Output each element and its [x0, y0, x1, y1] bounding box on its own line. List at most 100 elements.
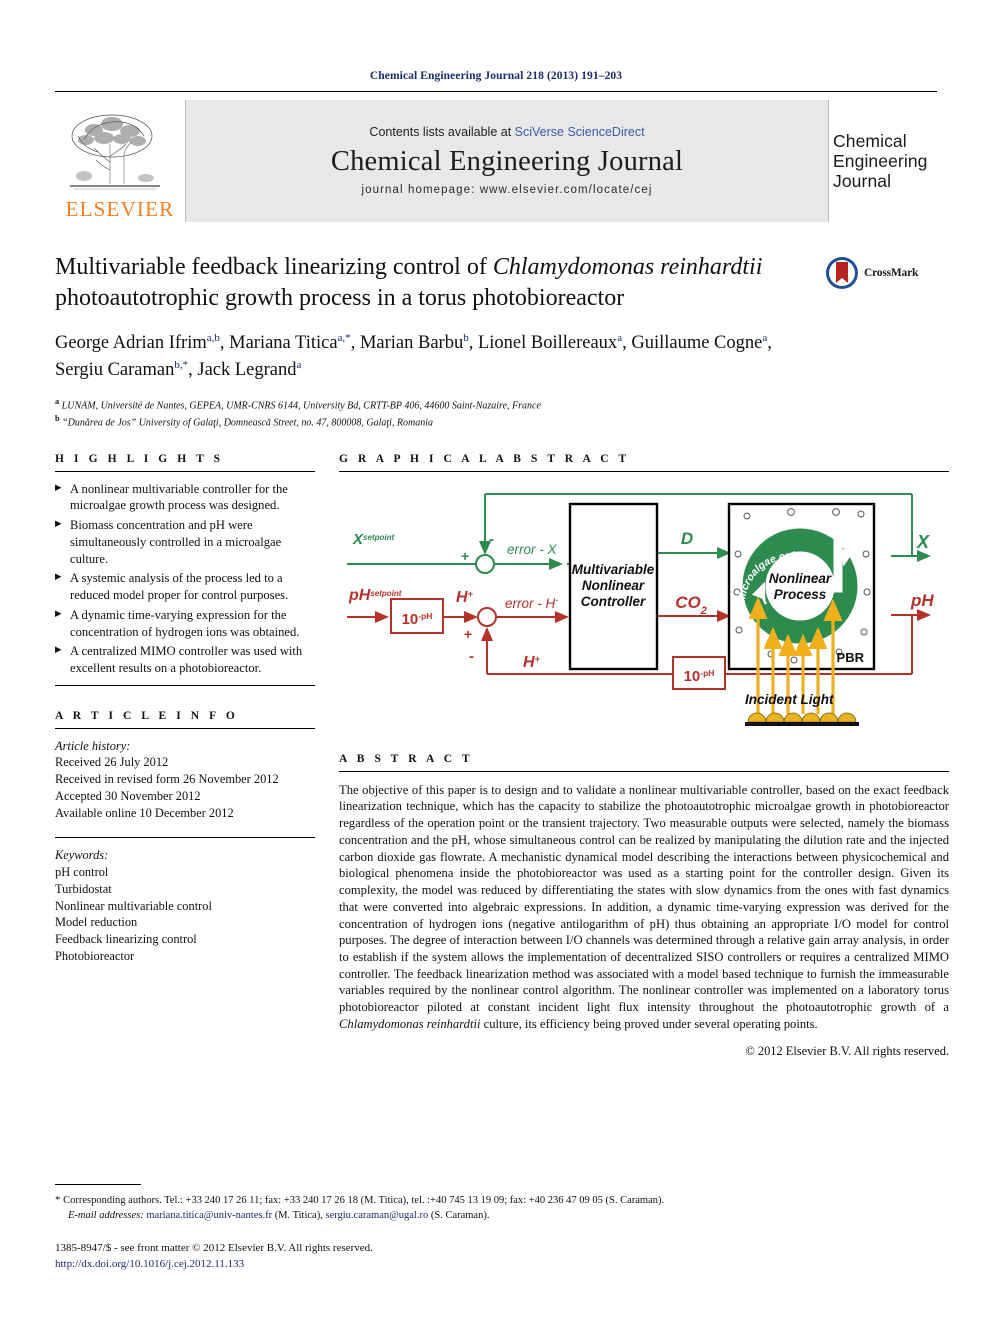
- issn-line: 1385-8947/$ - see front matter © 2012 El…: [55, 1242, 373, 1255]
- footnote-star: *: [55, 1193, 61, 1206]
- masthead-center: Contents lists available at SciVerse Sci…: [185, 100, 829, 222]
- abstract-text: The objective of this paper is to design…: [339, 782, 949, 1033]
- sciencedirect-link[interactable]: SciVerse ScienceDirect: [515, 125, 645, 139]
- h-sum-plus: +: [464, 626, 472, 642]
- article-history-label: Article history:: [55, 738, 131, 753]
- abstract-divider: [339, 770, 949, 772]
- author-affil-marker: b: [463, 332, 469, 345]
- cover-line-2: Engineering: [833, 150, 928, 171]
- keywords-label: Keywords:: [55, 848, 109, 863]
- graphical-abstract-divider: [339, 470, 949, 472]
- controller-label-line1: Multivariable: [572, 562, 655, 577]
- list-item: A dynamic time-varying expression for th…: [55, 607, 315, 640]
- elsevier-wordmark: ELSEVIER: [65, 197, 175, 221]
- email-link-titica[interactable]: mariana.titica@univ-nantes.fr: [146, 1210, 272, 1221]
- highlights-heading: H I G H L I G H T S: [55, 452, 224, 465]
- page-footer: * Corresponding authors. Tel.: +33 240 1…: [55, 1183, 937, 1273]
- author-affil-marker: a,b: [206, 332, 220, 345]
- abstract-species: Chlamydomonas reinhardtii: [339, 1016, 481, 1031]
- feedback-h-label: H+: [523, 654, 541, 671]
- output-co2-label: CO2: [675, 593, 707, 617]
- process-label-line1: Nonlinear: [769, 571, 832, 586]
- keyword-item: Photobioreactor: [55, 948, 135, 963]
- corresponding-author-note: * Corresponding authors. Tel.: +33 240 1…: [55, 1192, 937, 1225]
- keyword-item: Nonlinear multivariable control: [55, 898, 212, 913]
- keyword-item: Turbidostat: [55, 881, 112, 896]
- controller-label-line2: Nonlinear: [582, 578, 645, 593]
- email-label: E-mail addresses:: [68, 1210, 144, 1222]
- history-item: Available online 10 December 2012: [55, 805, 234, 820]
- history-item: Received 26 July 2012: [55, 755, 169, 770]
- affiliations: a LUNAM, Université de Nantes, GEPEA, UM…: [55, 396, 937, 431]
- contents-available-line: Contents lists available at SciVerse Sci…: [369, 125, 644, 139]
- journal-cover-thumb: Chemical Engineering Journal: [829, 100, 937, 222]
- article-info-divider: [55, 727, 315, 729]
- history-item: Received in revised form 26 November 201…: [55, 772, 279, 787]
- email-line: E-mail addresses: mariana.titica@univ-na…: [55, 1208, 937, 1224]
- journal-homepage[interactable]: journal homepage: www.elsevier.com/locat…: [361, 184, 652, 196]
- title-part-2: photoautotrophic growth process in a tor…: [55, 285, 625, 312]
- contents-prefix: Contents lists available at: [369, 124, 515, 139]
- x-sum-minus: -: [489, 531, 494, 548]
- list-item: A centralized MIMO controller was used w…: [55, 643, 315, 676]
- h-sum-minus: -: [469, 648, 474, 665]
- error-x-label: error - X: [507, 542, 558, 557]
- author-affil-marker: b,*: [174, 359, 189, 372]
- title-block: Multivariable feedback linearizing contr…: [55, 252, 937, 431]
- keyword-item: Model reduction: [55, 915, 138, 930]
- pbr-label: PBR: [837, 650, 865, 665]
- elsevier-tree-icon: [64, 110, 176, 198]
- title-species: Chlamydomonas reinhardtii: [492, 254, 763, 280]
- author-affil-marker: a: [617, 332, 623, 345]
- affiliation-marker-b: b: [55, 414, 60, 424]
- content-columns: H I G H L I G H T S A nonlinear multivar…: [55, 453, 949, 1059]
- output-x-label: X: [916, 532, 930, 552]
- corresponding-text: Corresponding authors. Tel.: +33 240 17 …: [63, 1194, 665, 1206]
- affiliation-marker-a: a: [55, 397, 60, 406]
- running-head: Chemical Engineering Journal 218 (2013) …: [369, 70, 623, 82]
- crossmark-badge[interactable]: CrossMark: [825, 254, 937, 292]
- corresponding-line: * Corresponding authors. Tel.: +33 240 1…: [55, 1192, 937, 1209]
- elsevier-logo: ELSEVIER: [55, 100, 185, 222]
- right-column: G R A P H I C A L A B S T R A C T Multiv…: [339, 453, 949, 1059]
- highlights-list: A nonlinear multivariable controller for…: [55, 481, 315, 677]
- output-ph-label: pH: [910, 591, 934, 610]
- affiliation-b-text: “Dunărea de Jos” University of Galaţi, D…: [62, 417, 434, 429]
- output-d-label: D: [681, 529, 693, 548]
- list-item: A systemic analysis of the process led t…: [55, 570, 315, 603]
- list-item: Biomass concentration and pH were simult…: [55, 517, 315, 567]
- highlights-divider: [55, 470, 315, 472]
- keyword-item: Feedback linearizing control: [55, 932, 197, 947]
- x-sum-plus: +: [461, 548, 469, 564]
- controller-block: Multivariable Nonlinear Controller: [568, 502, 659, 670]
- left-column: H I G H L I G H T S A nonlinear multivar…: [55, 453, 315, 1059]
- graphical-abstract-figure: Multivariable Nonlinear Controller Micro…: [339, 482, 949, 737]
- controller-label-line3: Controller: [581, 594, 646, 609]
- error-h-label: error - H-: [505, 595, 558, 611]
- article-history: Article history: Received 26 July 2012 R…: [55, 738, 315, 822]
- abstract-heading: A B S T R A C T: [339, 752, 474, 765]
- page-title: Multivariable feedback linearizing contr…: [55, 252, 937, 314]
- title-part-1: Multivariable feedback linearizing contr…: [55, 254, 493, 280]
- issn-block: 1385-8947/$ - see front matter © 2012 El…: [55, 1241, 937, 1273]
- x-setpoint-label: Xsetpoint: [352, 531, 394, 548]
- cover-line-3: Journal: [833, 171, 892, 192]
- abstract-part-2: culture, its efficiency being proved und…: [480, 1016, 818, 1031]
- email-link-caraman[interactable]: sergiu.caraman@ugal.ro: [325, 1210, 428, 1221]
- email-1-who: (M. Titica),: [272, 1210, 326, 1222]
- author-affil-marker: a: [296, 359, 302, 372]
- crossmark-label: CrossMark: [864, 267, 919, 279]
- paper-page: Chemical Engineering Journal 218 (2013) …: [0, 0, 992, 1323]
- keywords-divider: [55, 837, 315, 839]
- affiliation-a: a LUNAM, Université de Nantes, GEPEA, UM…: [55, 396, 937, 413]
- author-affil-marker: a,*: [337, 332, 351, 345]
- cover-line-1: Chemical: [833, 130, 907, 151]
- affiliation-a-text: LUNAM, Université de Nantes, GEPEA, UMR-…: [61, 400, 541, 412]
- abstract-part-1: The objective of this paper is to design…: [339, 782, 949, 1015]
- doi-link[interactable]: http://dx.doi.org/10.1016/j.cej.2012.11.…: [55, 1258, 244, 1270]
- affiliation-b: b “Dunărea de Jos” University of Galaţi,…: [55, 413, 937, 430]
- list-item: A nonlinear multivariable controller for…: [55, 481, 315, 514]
- author-affil-marker: a: [762, 332, 768, 345]
- article-info-heading: A R T I C L E I N F O: [55, 709, 239, 722]
- keywords-block: Keywords: pH control Turbidostat Nonline…: [55, 847, 315, 964]
